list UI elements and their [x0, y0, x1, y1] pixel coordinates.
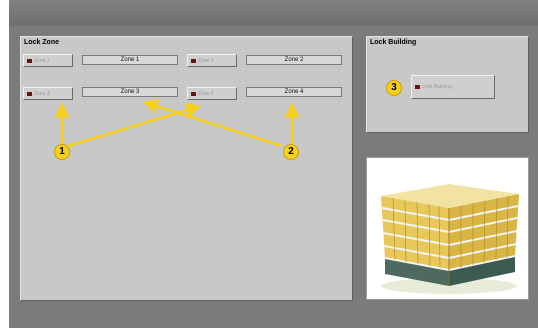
callout-badge-1: 1: [54, 144, 70, 160]
callout-badge-3: 3: [386, 80, 402, 96]
callout-badge-2: 2: [283, 144, 299, 160]
callout-arrows: [54, 99, 300, 148]
